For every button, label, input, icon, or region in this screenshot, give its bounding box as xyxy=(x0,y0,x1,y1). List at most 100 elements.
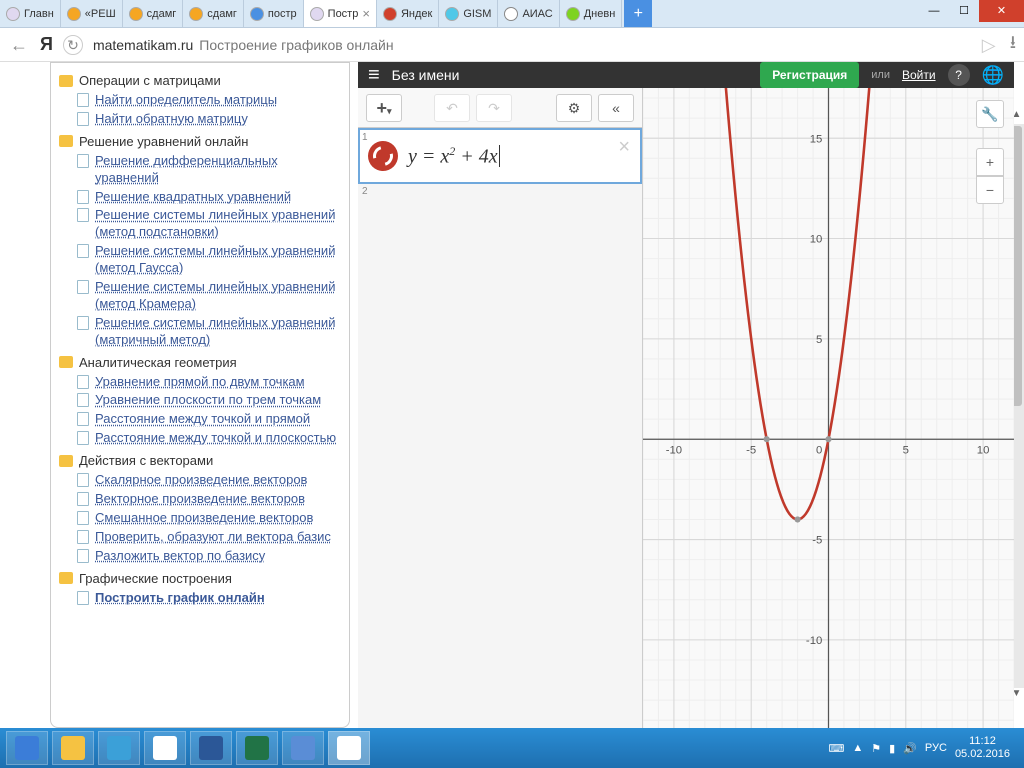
expression-input[interactable]: y = x2 + 4x xyxy=(408,144,505,169)
tab-label: АИАС xyxy=(522,8,552,20)
browser-tab[interactable]: Яндек xyxy=(377,0,439,27)
sidebar-item[interactable]: Найти определитель матрицы xyxy=(77,92,341,109)
zoom-out-button[interactable]: − xyxy=(976,176,1004,204)
tab-close-icon[interactable]: × xyxy=(362,6,370,21)
tab-label: Яндек xyxy=(401,8,432,20)
browser-tab[interactable]: постр xyxy=(244,0,304,27)
browser-tab[interactable]: Дневн xyxy=(560,0,623,27)
tab-label: сдамг xyxy=(207,8,237,20)
taskbar-item[interactable] xyxy=(144,731,186,765)
tab-label: постр xyxy=(268,8,297,20)
sidebar-item[interactable]: Уравнение плоскости по трем точкам xyxy=(77,392,341,409)
tray-up-icon[interactable]: ▲ xyxy=(852,742,863,754)
browser-tab[interactable]: сдамг xyxy=(183,0,244,27)
sidebar-item[interactable]: Расстояние между точкой и плоскостью xyxy=(77,430,341,447)
favicon-icon xyxy=(67,7,81,21)
sidebar-item[interactable]: Решение системы линейных уравнений (мето… xyxy=(77,207,341,241)
sidebar-item-label: Скалярное произведение векторов xyxy=(95,472,307,489)
taskbar-item[interactable] xyxy=(52,731,94,765)
folder-icon xyxy=(59,356,73,368)
doc-icon xyxy=(77,93,89,107)
browser-tab[interactable]: АИАС xyxy=(498,0,559,27)
favicon-icon xyxy=(504,7,518,21)
expression-row[interactable]: 1 y = x2 + 4x × xyxy=(358,128,642,184)
taskbar-item[interactable] xyxy=(98,731,140,765)
sidebar-item-label: Решение квадратных уравнений xyxy=(95,189,291,206)
taskbar-item[interactable] xyxy=(282,731,324,765)
yandex-logo[interactable]: Я xyxy=(40,34,53,55)
browser-tab[interactable]: сдамг xyxy=(123,0,184,27)
url-field[interactable]: matematikam.ru Построение графиков онлай… xyxy=(93,37,968,53)
tray-keyboard-icon[interactable]: ⌨ xyxy=(828,742,844,755)
sidebar-item[interactable]: Решение системы линейных уравнений (мето… xyxy=(77,243,341,277)
taskbar-item[interactable] xyxy=(236,731,278,765)
reload-button[interactable]: ↻ xyxy=(63,35,83,55)
sidebar-item-label: Расстояние между точкой и прямой xyxy=(95,411,310,428)
svg-text:5: 5 xyxy=(816,334,822,346)
tray-network-icon[interactable]: ▮ xyxy=(889,742,895,755)
sidebar-item[interactable]: Уравнение прямой по двум точкам xyxy=(77,374,341,391)
taskbar-item[interactable] xyxy=(6,731,48,765)
graph-header: ≡ Без имени Регистрация или Войти ? 🌐 xyxy=(358,62,1014,88)
sidebar-item-label: Найти определитель матрицы xyxy=(95,92,277,109)
settings-button[interactable]: ⚙ xyxy=(556,94,592,122)
collapse-button[interactable]: « xyxy=(598,94,634,122)
folder-icon xyxy=(59,572,73,584)
downloads-button[interactable]: ⭳ xyxy=(1010,30,1016,60)
browser-tab[interactable]: Главн xyxy=(0,0,61,27)
redo-button[interactable]: ↷ xyxy=(476,94,512,122)
new-tab-button[interactable]: + xyxy=(624,0,652,27)
sidebar-item[interactable]: Векторное произведение векторов xyxy=(77,491,341,508)
sidebar-item[interactable]: Построить график онлайн xyxy=(77,590,341,607)
section-label: Графические построения xyxy=(79,571,232,586)
sidebar-item[interactable]: Решение дифференциальных уравнений xyxy=(77,153,341,187)
sidebar-item-label: Векторное произведение векторов xyxy=(95,491,305,508)
sidebar-item[interactable]: Смешанное произведение векторов xyxy=(77,510,341,527)
taskbar-app-icon xyxy=(107,736,131,760)
add-expression-button[interactable]: +▾ xyxy=(366,94,402,122)
sidebar-item[interactable]: Найти обратную матрицу xyxy=(77,111,341,128)
taskbar-item[interactable] xyxy=(328,731,370,765)
close-button[interactable]: ✕ xyxy=(979,0,1024,22)
menu-icon[interactable]: ≡ xyxy=(368,64,380,87)
taskbar-item[interactable] xyxy=(190,731,232,765)
browser-tab[interactable]: GISM xyxy=(439,0,498,27)
tab-label: Постр xyxy=(328,8,359,20)
zoom-in-button[interactable]: + xyxy=(976,148,1004,176)
minimize-button[interactable]: — xyxy=(919,0,949,22)
sidebar-item[interactable]: Проверить, образуют ли вектора базис xyxy=(77,529,341,546)
login-link[interactable]: Войти xyxy=(902,68,936,82)
tray-flag-icon[interactable]: ⚑ xyxy=(871,742,881,755)
help-icon[interactable]: ? xyxy=(948,64,970,86)
doc-icon xyxy=(77,244,89,258)
doc-icon xyxy=(77,591,89,605)
doc-icon xyxy=(77,190,89,204)
browser-tab[interactable]: Постр× xyxy=(304,0,377,27)
graph-canvas[interactable]: -10-5510-15-10-5510150 🔧 + − xyxy=(643,88,1014,728)
register-button[interactable]: Регистрация xyxy=(760,62,859,88)
wrench-icon[interactable]: 🔧 xyxy=(976,100,1004,128)
sidebar-item[interactable]: Разложить вектор по базису xyxy=(77,548,341,565)
tray-volume-icon[interactable]: 🔊 xyxy=(903,742,917,755)
clock-time: 11:12 xyxy=(955,735,1010,748)
or-label: или xyxy=(871,69,890,81)
sidebar-item-label: Найти обратную матрицу xyxy=(95,111,248,128)
tray-lang[interactable]: РУС xyxy=(925,742,947,754)
undo-button[interactable]: ↶ xyxy=(434,94,470,122)
sidebar-item[interactable]: Скалярное произведение векторов xyxy=(77,472,341,489)
bookmark-button[interactable]: ▷ xyxy=(978,34,1000,56)
sidebar-section: Графические построения xyxy=(59,571,341,586)
sidebar-item[interactable]: Решение системы линейных уравнений (мето… xyxy=(77,279,341,313)
taskbar-clock[interactable]: 11:12 05.02.2016 xyxy=(955,735,1010,761)
sidebar-item[interactable]: Расстояние между точкой и прямой xyxy=(77,411,341,428)
section-label: Решение уравнений онлайн xyxy=(79,134,248,149)
sidebar-item[interactable]: Решение квадратных уравнений xyxy=(77,189,341,206)
browser-tab[interactable]: «РЕШ xyxy=(61,0,123,27)
maximize-button[interactable]: ☐ xyxy=(949,0,979,22)
favicon-icon xyxy=(250,7,264,21)
sidebar-item[interactable]: Решение системы линейных уравнений (матр… xyxy=(77,315,341,349)
expression-color-icon[interactable] xyxy=(368,141,398,171)
expression-delete-icon[interactable]: × xyxy=(618,136,630,159)
globe-icon[interactable]: 🌐 xyxy=(982,65,1004,86)
back-button[interactable]: ← xyxy=(8,34,30,56)
